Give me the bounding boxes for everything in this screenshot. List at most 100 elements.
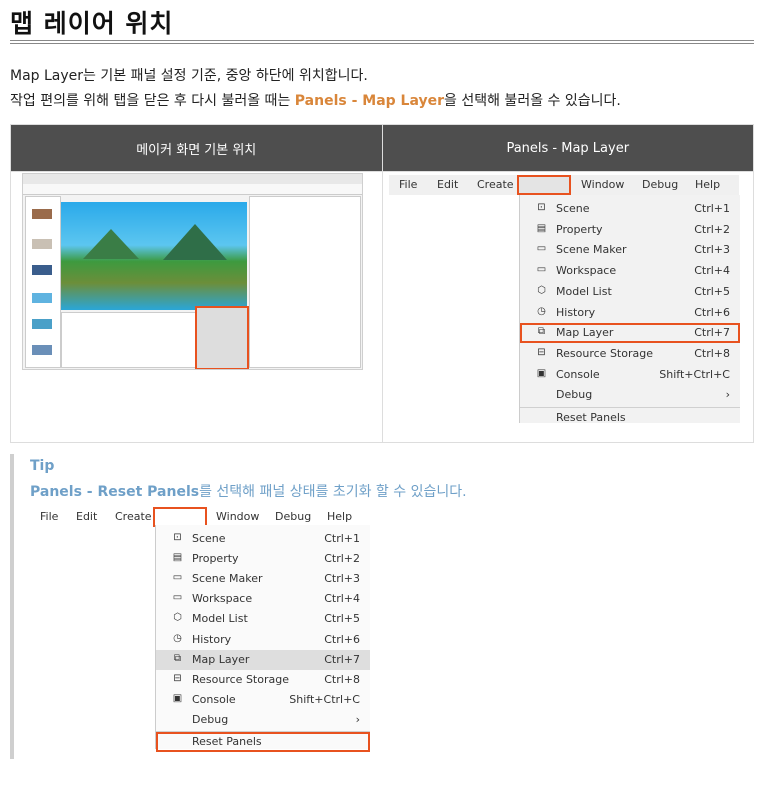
menu-item-label: Model List bbox=[556, 284, 612, 298]
menubar-item-edit[interactable]: Edit bbox=[76, 510, 97, 523]
menu-item-label: Reset Panels bbox=[192, 735, 262, 748]
menu-item-scene-maker[interactable]: ▭ Scene Maker Ctrl+3 bbox=[520, 240, 740, 260]
menu-item-shortcut: Ctrl+5 bbox=[324, 612, 360, 626]
menu-item-scene[interactable]: ⊡ Scene Ctrl+1 bbox=[520, 199, 740, 219]
editor-toolbar bbox=[23, 184, 362, 195]
menu-item-reset-panels[interactable]: Reset Panels bbox=[156, 732, 370, 752]
menu-item-label: History bbox=[192, 632, 232, 646]
menu-item-label: Resource Storage bbox=[556, 346, 653, 360]
intro-line-2: 작업 편의를 위해 탭을 닫은 후 다시 불러올 때는 Panels - Map… bbox=[10, 90, 621, 110]
editor-left-panel bbox=[25, 196, 61, 368]
menubar-item-file[interactable]: File bbox=[399, 178, 417, 191]
menu-item-history[interactable]: ◷ History Ctrl+6 bbox=[156, 630, 370, 650]
menu-item-label: Console bbox=[556, 367, 600, 381]
menu-item-label: Property bbox=[192, 552, 239, 566]
menu-item-workspace[interactable]: ▭ Workspace Ctrl+4 bbox=[156, 589, 370, 609]
menu-item-shortcut: Ctrl+4 bbox=[694, 264, 730, 278]
menu-item-workspace[interactable]: ▭ Workspace Ctrl+4 bbox=[520, 261, 740, 281]
menu-item-label: Map Layer bbox=[556, 326, 614, 340]
cube-icon: ⬡ bbox=[173, 612, 182, 624]
menu-item-console[interactable]: ▣ Console Shift+Ctrl+C bbox=[156, 690, 370, 710]
tip-bold: Panels - Reset Panels bbox=[30, 484, 200, 500]
menu-item-debug[interactable]: Debug › bbox=[156, 710, 370, 730]
menu-item-label: Resource Storage bbox=[192, 672, 289, 686]
menu-item-resource-storage[interactable]: ⊟ Resource Storage Ctrl+8 bbox=[520, 344, 740, 364]
tip-rest: 를 선택해 패널 상태를 초기화 할 수 있습니다. bbox=[199, 484, 467, 500]
menubar-item-window[interactable]: Window bbox=[216, 510, 259, 523]
menu-item-shortcut: Ctrl+1 bbox=[324, 532, 360, 545]
menu-item-label: Workspace bbox=[556, 264, 617, 278]
menubar-item-file[interactable]: File bbox=[40, 510, 58, 523]
menu-item-shortcut: Ctrl+3 bbox=[694, 243, 730, 257]
menu-item-model-list[interactable]: ⬡ Model List Ctrl+5 bbox=[520, 282, 740, 302]
storage-icon: ⊟ bbox=[537, 346, 546, 358]
menu-item-shortcut: Ctrl+7 bbox=[694, 326, 730, 340]
menubar-item-help[interactable]: Help bbox=[327, 510, 352, 523]
menubar-item-help[interactable]: Help bbox=[695, 178, 720, 191]
menu-item-label: Property bbox=[556, 222, 603, 236]
map-layer-highlight-box bbox=[195, 306, 249, 369]
editor-screenshot bbox=[22, 173, 363, 370]
menu-item-shortcut: › bbox=[725, 388, 730, 402]
menu-item-resource-storage[interactable]: ⊟ Resource Storage Ctrl+8 bbox=[156, 670, 370, 690]
menu-item-reset-panels[interactable]: Reset Panels bbox=[520, 408, 740, 428]
reset-panels-menu-screenshot: FileEditCreatePanelsWindowDebugHelp ⊡Sce… bbox=[29, 507, 370, 752]
menubar-item-edit[interactable]: Edit bbox=[437, 178, 458, 191]
menu-item-shortcut: Shift+Ctrl+C bbox=[289, 692, 360, 706]
menu-item-shortcut: Ctrl+8 bbox=[694, 346, 730, 360]
map-layer-icon: ⧉ bbox=[537, 326, 546, 338]
menu-item-shortcut: Ctrl+3 bbox=[324, 572, 360, 586]
title-divider bbox=[10, 40, 754, 41]
history-icon: ◷ bbox=[537, 305, 546, 317]
menu-item-label: Scene bbox=[556, 202, 590, 215]
menubar-item-create[interactable]: Create bbox=[115, 510, 152, 523]
menu-item-history[interactable]: ◷ History Ctrl+6 bbox=[520, 303, 740, 323]
intro-highlight: Panels - Map Layer bbox=[294, 93, 445, 109]
menu-item-shortcut: Ctrl+8 bbox=[324, 672, 360, 686]
menu-item-shortcut: Ctrl+4 bbox=[324, 592, 360, 606]
menu-item-label: Reset Panels bbox=[556, 411, 626, 424]
folder-icon: ▭ bbox=[536, 264, 547, 276]
menu-item-label: Debug bbox=[192, 712, 229, 726]
menu-item-label: History bbox=[556, 305, 596, 319]
map-layer-icon: ⧉ bbox=[173, 652, 182, 664]
menu-item-label: Workspace bbox=[192, 592, 253, 606]
menu-item-label: Scene Maker bbox=[192, 572, 263, 586]
menu-item-shortcut: Ctrl+5 bbox=[694, 284, 730, 298]
storage-icon: ⊟ bbox=[173, 672, 182, 684]
table-header-editor: 메이커 화면 기본 위치 bbox=[10, 124, 383, 172]
menu-item-shortcut: Ctrl+7 bbox=[324, 652, 360, 666]
menu-item-scene[interactable]: ⊡ Scene Ctrl+1 bbox=[156, 529, 370, 549]
menu-item-shortcut: Shift+Ctrl+C bbox=[659, 367, 730, 381]
menu-item-shortcut: Ctrl+1 bbox=[694, 202, 730, 215]
menu-item-console[interactable]: ▣ Console Shift+Ctrl+C bbox=[520, 365, 740, 385]
menubar-item-create[interactable]: Create bbox=[477, 178, 514, 191]
menubar-item-debug[interactable]: Debug bbox=[642, 178, 678, 191]
menu-item-shortcut: Ctrl+6 bbox=[324, 632, 360, 646]
tip-text: Panels - Reset Panels를 선택해 패널 상태를 초기화 할 … bbox=[30, 481, 467, 501]
page-title: 맵 레이어 위치 bbox=[10, 9, 174, 38]
menu-item-map-layer[interactable]: ⧉ Map Layer Ctrl+7 bbox=[520, 323, 740, 344]
console-icon: ▣ bbox=[536, 367, 547, 379]
console-icon: ▣ bbox=[172, 692, 183, 704]
menu-item-label: Map Layer bbox=[192, 652, 250, 666]
menu-item-debug[interactable]: Debug › bbox=[520, 385, 740, 405]
menubar-item-debug[interactable]: Debug bbox=[275, 510, 311, 523]
folder-icon: ▭ bbox=[172, 572, 183, 584]
editor-right-panel bbox=[249, 196, 361, 368]
tip-heading: Tip bbox=[30, 458, 55, 474]
menu-item-property[interactable]: ▤ Property Ctrl+2 bbox=[156, 549, 370, 569]
menu-item-label: Console bbox=[192, 692, 236, 706]
menubar-item-window[interactable]: Window bbox=[581, 178, 624, 191]
menu-item-scene-maker[interactable]: ▭ Scene Maker Ctrl+3 bbox=[156, 569, 370, 589]
cube-icon: ⬡ bbox=[537, 284, 546, 296]
menu-item-model-list[interactable]: ⬡ Model List Ctrl+5 bbox=[156, 609, 370, 629]
property-icon: ▤ bbox=[172, 552, 183, 564]
scene-icon: ⊡ bbox=[173, 532, 182, 543]
menu-item-label: Scene Maker bbox=[556, 243, 627, 257]
menu-item-property[interactable]: ▤ Property Ctrl+2 bbox=[520, 220, 740, 240]
menu-item-map-layer[interactable]: ⧉ Map Layer Ctrl+7 bbox=[156, 649, 370, 670]
panels-dropdown: ⊡ Scene Ctrl+1 ▤ Property Ctrl+2 ▭ Scene Maker C… bbox=[155, 525, 370, 752]
menu-item-shortcut: › bbox=[355, 712, 360, 726]
property-icon: ▤ bbox=[536, 222, 547, 234]
